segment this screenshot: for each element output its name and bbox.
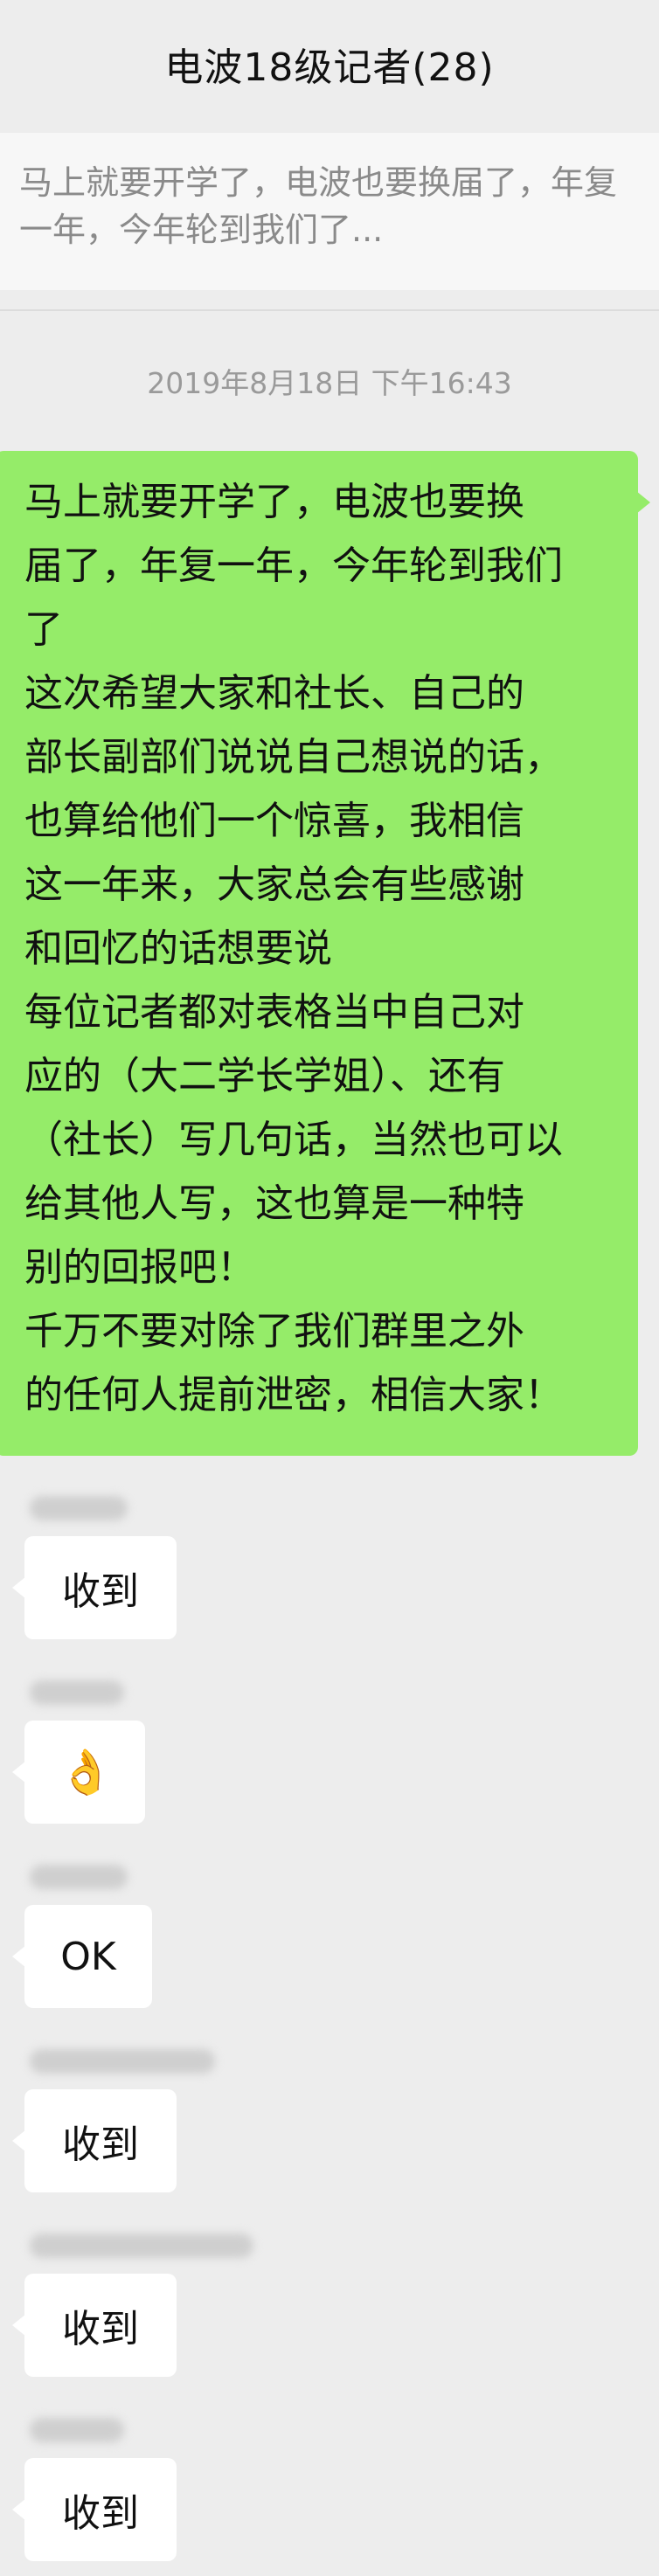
message-line: （社长）写几句话，当然也可以 xyxy=(24,1118,563,1162)
incoming-message-bubble[interactable]: 收到 xyxy=(12,1536,177,1639)
group-notice-line: 马上就要开学了，电波也要换届了，年复 xyxy=(19,163,618,202)
bubble-tail xyxy=(12,1945,26,1968)
sender-name-blurred xyxy=(30,1496,128,1520)
message-line: 千万不要对除了我们群里之外 xyxy=(24,1309,524,1354)
bubble-tail xyxy=(636,491,650,514)
incoming-message-bubble[interactable]: 收到 xyxy=(12,2274,177,2377)
sender-name-blurred xyxy=(30,1680,124,1705)
bubble-tail xyxy=(12,2498,26,2521)
group-notice[interactable]: 马上就要开学了，电波也要换届了，年复 一年，今年轮到我们了... xyxy=(0,133,659,290)
outgoing-message-bubble[interactable]: 马上就要开学了，电波也要换 届了，年复一年，今年轮到我们 了 这次希望大家和社长… xyxy=(0,451,650,1456)
chat-title: 电波18级记者(28) xyxy=(164,45,495,90)
message-line: 了 xyxy=(24,607,63,652)
sender-name-blurred xyxy=(30,2418,124,2442)
sender-name-blurred xyxy=(30,2049,215,2074)
message-line: 和回忆的话想要说 xyxy=(24,926,332,971)
bubble-tail xyxy=(12,2129,26,2152)
chat-header: 电波18级记者(28) xyxy=(0,0,659,128)
message-line: 部长副部们说说自己想说的话， xyxy=(24,735,563,779)
message-line: 届了，年复一年，今年轮到我们 xyxy=(24,544,563,588)
message-line: 给其他人写，这也算是一种特 xyxy=(24,1181,524,1226)
message-text: 收到 xyxy=(62,2307,139,2351)
incoming-message-bubble[interactable]: 👌 xyxy=(12,1721,145,1824)
message-line: 也算给他们一个惊喜，我相信 xyxy=(24,799,524,843)
message-text: 收到 xyxy=(62,2491,139,2536)
message-line: 这一年来，大家总会有些感谢 xyxy=(24,862,524,907)
sender-name-blurred xyxy=(30,1865,128,1889)
divider xyxy=(0,309,659,311)
emoji-glyph: 👌 xyxy=(59,1747,114,1797)
sender-name-blurred xyxy=(30,2233,253,2258)
message-line: 应的（大二学长学姐）、还有 xyxy=(24,1054,505,1098)
bubble-tail xyxy=(12,2314,26,2337)
message-line: 每位记者都对表格当中自己对 xyxy=(24,990,524,1035)
bubble-tail xyxy=(12,1761,26,1783)
message-text: 收到 xyxy=(62,1569,139,1614)
incoming-message-bubble[interactable]: 收到 xyxy=(12,2458,177,2561)
message-line: 的任何人提前泄密，相信大家！ xyxy=(24,1373,563,1417)
message-line: 别的回报吧！ xyxy=(24,1245,255,1290)
bubble-tail xyxy=(12,1576,26,1599)
message-text: OK xyxy=(60,1934,116,1979)
incoming-message-bubble[interactable]: OK xyxy=(12,1905,152,2008)
message-line: 马上就要开学了，电波也要换 xyxy=(24,480,524,524)
group-notice-line: 一年，今年轮到我们了... xyxy=(19,211,384,249)
message-text: 收到 xyxy=(62,2122,139,2167)
message-timestamp: 2019年8月18日 下午16:43 xyxy=(147,366,512,400)
ok-hand-emoji-icon: 👌 xyxy=(59,1743,114,1801)
incoming-message-bubble[interactable]: 收到 xyxy=(12,2089,177,2192)
message-line: 这次希望大家和社长、自己的 xyxy=(24,671,524,716)
